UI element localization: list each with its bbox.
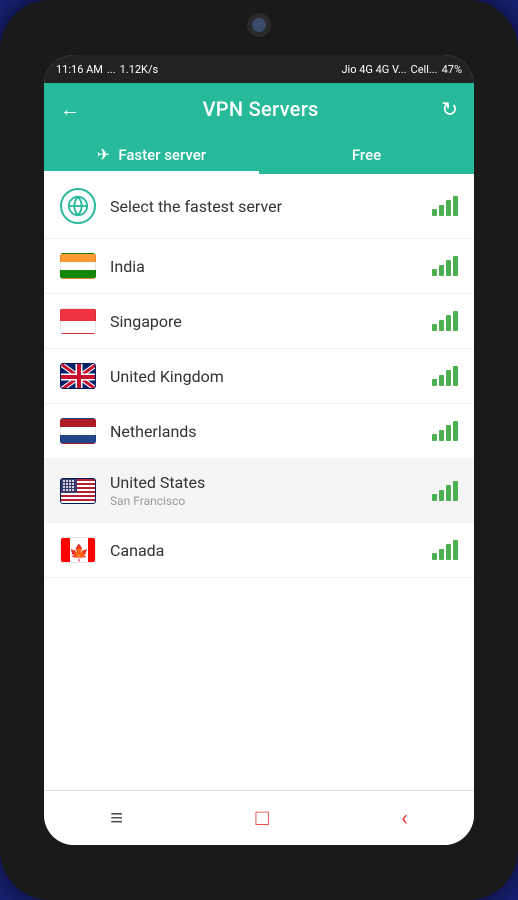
signal-bar-3	[446, 425, 451, 441]
signal-bar-1	[432, 269, 437, 276]
signal-bars-netherlands	[432, 421, 458, 441]
signal-bar-4	[453, 196, 458, 216]
server-name-netherlands: Netherlands	[110, 422, 432, 441]
server-item-uk[interactable]: United Kingdom	[44, 349, 474, 404]
signal-bar-4	[453, 540, 458, 560]
signal-bar-3	[446, 260, 451, 276]
home-button[interactable]: □	[235, 801, 288, 835]
signal-bar-1	[432, 494, 437, 501]
back-nav-button[interactable]: ‹	[381, 802, 428, 835]
server-name-fastest: Select the fastest server	[110, 197, 432, 216]
server-info-canada: Canada	[110, 541, 432, 560]
status-speed: 1.12K/s	[120, 63, 159, 76]
server-info-us: United States San Francisco	[110, 473, 432, 508]
server-info-uk: United Kingdom	[110, 367, 432, 386]
server-info-india: India	[110, 257, 432, 276]
tab-faster[interactable]: ✈ Faster server	[44, 135, 259, 174]
status-left: 11:16 AM ... 1.12K/s	[56, 63, 158, 76]
signal-bars-india	[432, 256, 458, 276]
signal-bar-3	[446, 370, 451, 386]
server-name-us: United States	[110, 473, 432, 492]
menu-button[interactable]: ≡	[90, 801, 143, 835]
bottom-nav: ≡ □ ‹	[44, 790, 474, 845]
server-name-uk: United Kingdom	[110, 367, 432, 386]
signal-bar-4	[453, 366, 458, 386]
server-info-singapore: Singapore	[110, 312, 432, 331]
tabs-bar: ✈ Faster server Free	[44, 135, 474, 174]
tab-free-label: Free	[352, 146, 381, 164]
phone-screen: 11:16 AM ... 1.12K/s Jio 4G 4G V... Cell…	[44, 55, 474, 845]
signal-bar-2	[439, 430, 444, 441]
signal-bars-fastest	[432, 196, 458, 216]
signal-bar-2	[439, 490, 444, 501]
netherlands-flag-icon	[60, 418, 96, 444]
refresh-button[interactable]: ↻	[437, 93, 462, 125]
status-dots: ...	[107, 63, 116, 76]
signal-bar-3	[446, 315, 451, 331]
phone-device: 11:16 AM ... 1.12K/s Jio 4G 4G V... Cell…	[0, 0, 518, 900]
app-header: ← VPN Servers ↻	[44, 83, 474, 135]
server-info-netherlands: Netherlands	[110, 422, 432, 441]
us-flag-icon	[60, 478, 96, 504]
phone-camera	[247, 13, 271, 37]
status-carrier: Jio 4G 4G V...	[341, 63, 406, 76]
server-item-us[interactable]: United States San Francisco	[44, 459, 474, 523]
signal-bar-1	[432, 209, 437, 216]
status-right: Jio 4G 4G V... Cell... 47%	[341, 63, 462, 76]
svg-text:🍁: 🍁	[69, 543, 89, 562]
faster-server-icon: ✈	[97, 145, 110, 164]
server-name-singapore: Singapore	[110, 312, 432, 331]
india-flag-icon	[60, 253, 96, 279]
signal-bar-1	[432, 324, 437, 331]
status-cell: Cell...	[411, 63, 438, 76]
server-name-canada: Canada	[110, 541, 432, 560]
server-item-canada[interactable]: 🍁 Canada	[44, 523, 474, 578]
back-button[interactable]: ←	[56, 93, 84, 126]
server-item-netherlands[interactable]: Netherlands	[44, 404, 474, 459]
signal-bar-2	[439, 205, 444, 216]
server-name-india: India	[110, 257, 432, 276]
server-item-fastest[interactable]: Select the fastest server	[44, 174, 474, 239]
signal-bars-uk	[432, 366, 458, 386]
uk-flag-icon	[60, 363, 96, 389]
signal-bar-2	[439, 265, 444, 276]
signal-bar-2	[439, 320, 444, 331]
page-title: VPN Servers	[203, 97, 319, 121]
canada-flag-icon: 🍁	[60, 537, 96, 563]
signal-bar-1	[432, 434, 437, 441]
server-item-singapore[interactable]: Singapore	[44, 294, 474, 349]
signal-bar-1	[432, 553, 437, 560]
tab-free[interactable]: Free	[259, 135, 474, 174]
server-list: Select the fastest server India	[44, 174, 474, 790]
signal-bar-3	[446, 200, 451, 216]
signal-bars-us	[432, 481, 458, 501]
status-battery: 47%	[442, 63, 462, 76]
globe-flag-icon	[60, 188, 96, 224]
server-item-india[interactable]: India	[44, 239, 474, 294]
server-info-fastest: Select the fastest server	[110, 197, 432, 216]
signal-bar-4	[453, 481, 458, 501]
signal-bar-4	[453, 421, 458, 441]
signal-bar-2	[439, 375, 444, 386]
signal-bar-1	[432, 379, 437, 386]
server-sub-us: San Francisco	[110, 494, 432, 508]
signal-bar-4	[453, 311, 458, 331]
status-bar: 11:16 AM ... 1.12K/s Jio 4G 4G V... Cell…	[44, 55, 474, 83]
signal-bar-2	[439, 549, 444, 560]
singapore-flag-icon	[60, 308, 96, 334]
signal-bars-singapore	[432, 311, 458, 331]
signal-bar-3	[446, 544, 451, 560]
status-time: 11:16 AM	[56, 63, 103, 76]
signal-bar-4	[453, 256, 458, 276]
signal-bars-canada	[432, 540, 458, 560]
signal-bar-3	[446, 485, 451, 501]
tab-faster-label: Faster server	[118, 146, 206, 164]
